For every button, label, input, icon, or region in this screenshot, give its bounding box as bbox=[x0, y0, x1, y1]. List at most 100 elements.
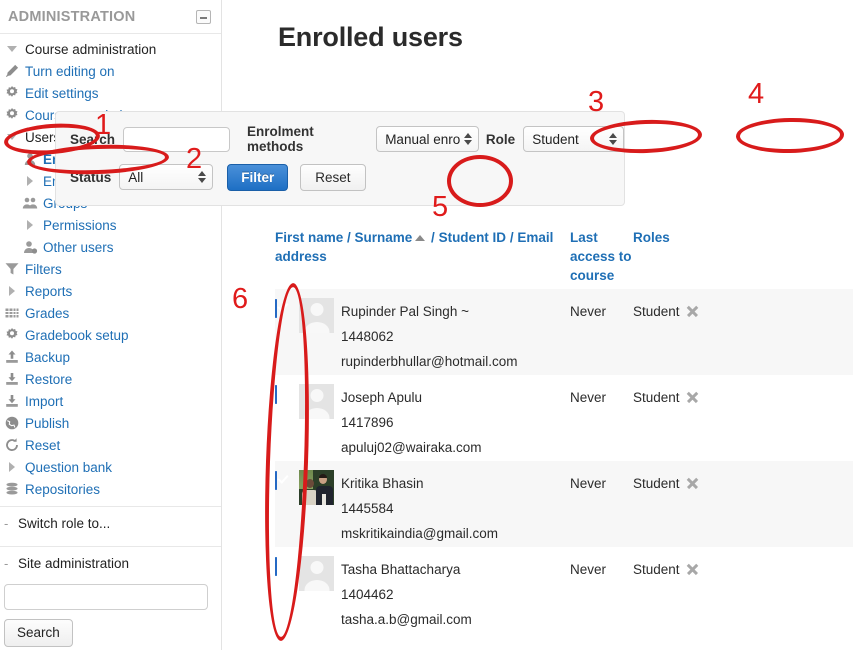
stepper-arrows-icon bbox=[198, 171, 207, 183]
role-label-value: Student bbox=[633, 390, 680, 405]
bullet-dash-icon: - bbox=[4, 556, 9, 571]
table-row[interactable]: Tasha Bhattacharya 1404462 tasha.a.b@gma… bbox=[275, 547, 853, 633]
user-student-id: 1445584 bbox=[341, 501, 394, 516]
administration-sidebar: ADMINISTRATION Course administration Tur… bbox=[0, 0, 222, 650]
sidebar-item-label: Restore bbox=[25, 371, 73, 387]
row-checkbox-cell[interactable] bbox=[275, 556, 299, 576]
sidebar-search-input[interactable] bbox=[4, 584, 208, 610]
sidebar-item-publish[interactable]: Publish bbox=[0, 412, 221, 434]
sidebar-item-course-administration[interactable]: Course administration bbox=[0, 38, 221, 60]
role-select[interactable]: Student bbox=[523, 126, 624, 152]
reset-button[interactable]: Reset bbox=[300, 163, 366, 191]
user-icon bbox=[20, 150, 39, 168]
column-header-first-surname[interactable]: First name / Surname bbox=[275, 230, 412, 245]
user-info-cell: Joseph Apulu 1417896 apuluj02@wairaka.co… bbox=[341, 384, 570, 460]
sidebar-item-backup[interactable]: Backup bbox=[0, 346, 221, 368]
user-name[interactable]: Kritika Bhasin bbox=[341, 471, 570, 496]
role-label-value: Student bbox=[633, 562, 680, 577]
last-access-cell: Never bbox=[570, 562, 607, 577]
row-checkbox-cell[interactable] bbox=[275, 470, 299, 490]
upload-icon bbox=[2, 348, 21, 366]
sidebar-item-permissions[interactable]: Permissions bbox=[0, 214, 221, 236]
status-label: Status bbox=[70, 169, 112, 185]
sidebar-item-import[interactable]: Import bbox=[0, 390, 221, 412]
triangle-right-icon bbox=[20, 216, 39, 234]
table-row[interactable]: Joseph Apulu 1417896 apuluj02@wairaka.co… bbox=[275, 375, 853, 461]
remove-role-icon[interactable] bbox=[686, 563, 699, 576]
sidebar-item-filters[interactable]: Filters bbox=[0, 258, 221, 280]
sidebar-item-label: Site administration bbox=[18, 556, 130, 571]
user-name[interactable]: Rupinder Pal Singh ~ bbox=[341, 299, 570, 324]
table-row[interactable]: Kritika Bhasin 1445584 mskritikaindia@gm… bbox=[275, 461, 853, 547]
sidebar-search-button[interactable]: Search bbox=[4, 619, 73, 647]
row-checkbox-cell[interactable] bbox=[275, 384, 299, 404]
sidebar-item-site-administration[interactable]: - Site administration bbox=[0, 547, 221, 580]
remove-role-icon[interactable] bbox=[686, 477, 699, 490]
search-input[interactable] bbox=[123, 126, 231, 152]
enrolment-methods-value: Manual enro bbox=[385, 131, 461, 147]
enrolment-methods-select[interactable]: Manual enro bbox=[376, 126, 479, 152]
row-checkbox-cell[interactable] bbox=[275, 298, 299, 318]
group-icon bbox=[20, 194, 39, 212]
enrolment-methods-label: Enrolment methods bbox=[247, 124, 314, 154]
roles-cell: Student bbox=[633, 470, 773, 496]
sidebar-item-turn-editing-on[interactable]: Turn editing on bbox=[0, 60, 221, 82]
user-name[interactable]: Joseph Apulu bbox=[341, 385, 570, 410]
avatar-cell bbox=[299, 298, 341, 333]
header-separator: / bbox=[506, 230, 518, 245]
enrolled-users-table: First name / Surname / Student ID / Emai… bbox=[275, 228, 853, 633]
globe-icon bbox=[2, 414, 21, 432]
stepper-arrows-icon bbox=[609, 133, 617, 145]
sidebar-item-label: Gradebook setup bbox=[25, 327, 129, 343]
sidebar-item-restore[interactable]: Restore bbox=[0, 368, 221, 390]
filter-button[interactable]: Filter bbox=[227, 163, 289, 191]
sidebar-item-label: Question bank bbox=[25, 459, 113, 475]
filter-row-bottom: Status All Filter Reset bbox=[56, 162, 624, 192]
sidebar-item-label: Edit settings bbox=[25, 85, 99, 101]
avatar-cell bbox=[299, 470, 341, 505]
sidebar-item-switch-role[interactable]: - Switch role to... bbox=[0, 507, 221, 540]
sidebar-item-label: Filters bbox=[25, 261, 62, 277]
sidebar-item-other-users[interactable]: Other users bbox=[0, 236, 221, 258]
sidebar-item-question-bank[interactable]: Question bank bbox=[0, 456, 221, 478]
remove-role-icon[interactable] bbox=[686, 391, 699, 404]
minus-box-icon[interactable] bbox=[196, 10, 211, 24]
column-header-last-access[interactable]: Last access to course bbox=[570, 228, 633, 285]
status-select[interactable]: All bbox=[119, 164, 214, 190]
triangle-down-icon bbox=[2, 128, 21, 146]
sidebar-item-reports[interactable]: Reports bbox=[0, 280, 221, 302]
row-checkbox[interactable] bbox=[275, 299, 277, 318]
remove-role-icon[interactable] bbox=[686, 305, 699, 318]
sidebar-item-repositories[interactable]: Repositories bbox=[0, 478, 221, 500]
user-email: mskritikaindia@gmail.com bbox=[341, 526, 498, 541]
user-email: rupinderbhullar@hotmail.com bbox=[341, 354, 518, 369]
administration-block-header: ADMINISTRATION bbox=[0, 0, 221, 34]
user-student-id: 1404462 bbox=[341, 587, 394, 602]
column-header-student-id[interactable]: Student ID bbox=[439, 230, 507, 245]
grid-icon bbox=[2, 304, 21, 322]
user-name[interactable]: Tasha Bhattacharya bbox=[341, 557, 570, 582]
column-header-name[interactable]: First name / Surname / Student ID / Emai… bbox=[275, 228, 570, 285]
row-checkbox[interactable] bbox=[275, 471, 277, 490]
user-email: tasha.a.b@gmail.com bbox=[341, 612, 472, 627]
sidebar-item-label: Switch role to... bbox=[18, 516, 111, 531]
gear-icon bbox=[2, 106, 21, 124]
role-label: Role bbox=[485, 131, 516, 147]
download-icon bbox=[2, 392, 21, 410]
sidebar-item-grades[interactable]: Grades bbox=[0, 302, 221, 324]
database-icon bbox=[2, 480, 21, 498]
row-checkbox[interactable] bbox=[275, 557, 277, 576]
status-value: All bbox=[128, 169, 144, 185]
triangle-right-icon bbox=[2, 282, 21, 300]
row-checkbox[interactable] bbox=[275, 385, 277, 404]
table-row[interactable]: Rupinder Pal Singh ~ 1448062 rupinderbhu… bbox=[275, 289, 853, 375]
sidebar-item-reset[interactable]: Reset bbox=[0, 434, 221, 456]
sidebar-item-label: Grades bbox=[25, 305, 70, 321]
user-info-cell: Rupinder Pal Singh ~ 1448062 rupinderbhu… bbox=[341, 298, 570, 374]
pencil-icon bbox=[2, 62, 21, 80]
sidebar-item-edit-settings[interactable]: Edit settings bbox=[0, 82, 221, 104]
sidebar-item-label: Import bbox=[25, 393, 64, 409]
roles-cell: Student bbox=[633, 298, 773, 324]
sidebar-item-gradebook-setup[interactable]: Gradebook setup bbox=[0, 324, 221, 346]
user-info-cell: Kritika Bhasin 1445584 mskritikaindia@gm… bbox=[341, 470, 570, 546]
